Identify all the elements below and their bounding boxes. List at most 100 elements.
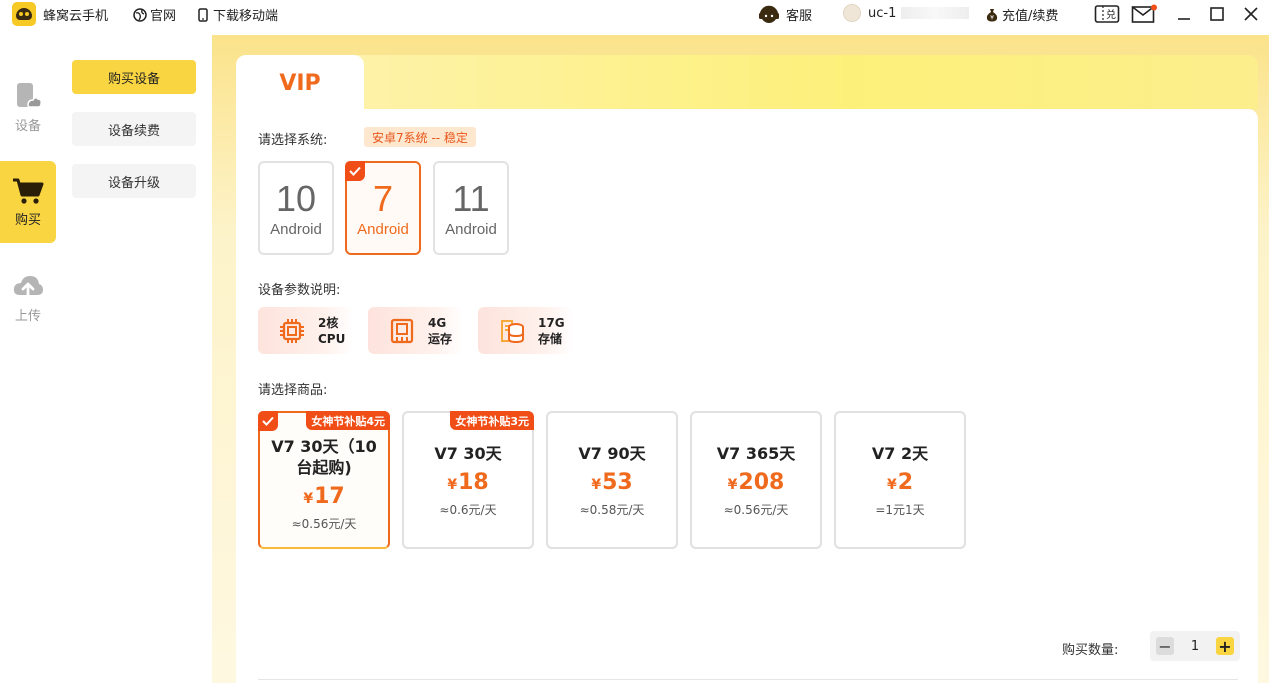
left-nav: 设备 购买 上传 <box>0 35 56 683</box>
goods-price: ¥208 <box>727 469 785 495</box>
param-ram-unit: 运存 <box>428 331 453 346</box>
param-storage: 17G 存储 <box>478 307 573 354</box>
goods-name: V7 30天（10台起购) <box>271 437 377 477</box>
quantity-increase-button[interactable]: + <box>1216 637 1234 656</box>
goods-price: ¥2 <box>886 469 914 495</box>
param-cpu-value: 2核 <box>318 315 339 330</box>
goods-label: 请选择商品: <box>258 383 328 398</box>
headset-icon <box>759 5 779 23</box>
goods-item-v7-30-bulk[interactable]: 女神节补贴4元 V7 30天（10台起购) ¥17 ≈0.56元/天 <box>258 411 390 549</box>
params-label: 设备参数说明: <box>258 283 341 298</box>
os-name: Android <box>445 220 497 238</box>
cpu-icon <box>274 317 310 345</box>
globe-icon <box>133 7 147 22</box>
goods-item-v7-2[interactable]: V7 2天 ¥2 =1元1天 <box>834 411 966 549</box>
quantity-decrease-button[interactable]: − <box>1156 637 1174 656</box>
maximize-icon <box>1210 7 1224 21</box>
ram-icon <box>384 317 420 345</box>
username-label: uc-1 <box>868 5 897 21</box>
user-account[interactable]: uc-1 <box>843 4 970 22</box>
param-cpu: 2核 CPU <box>258 307 353 354</box>
quantity-label: 购买数量: <box>1062 643 1119 658</box>
minimize-button[interactable] <box>1174 4 1194 24</box>
redeem-icon[interactable]: 兑 <box>1094 4 1120 24</box>
mail-icon[interactable] <box>1131 4 1157 24</box>
svg-text:¥: ¥ <box>990 14 994 21</box>
goods-name: V7 30天 <box>434 443 502 463</box>
avatar <box>843 4 861 22</box>
username-redacted <box>901 7 970 19</box>
sub-menu: 购买设备 设备续费 设备升级 <box>56 35 212 683</box>
system-label: 请选择系统: <box>258 133 328 148</box>
cart-icon <box>13 178 44 204</box>
official-site-label: 官网 <box>150 9 177 24</box>
goods-per-day: =1元1天 <box>875 502 925 517</box>
os-option-android-7[interactable]: 7 Android <box>345 161 421 255</box>
system-tag: 安卓7系统 -- 稳定 <box>364 127 476 147</box>
param-cpu-unit: CPU <box>318 331 346 346</box>
os-version-number: 10 <box>275 177 317 219</box>
tab-vip[interactable]: VIP <box>236 55 364 111</box>
main-panel: VIP 请选择系统: 安卓7系统 -- 稳定 10 Android 7 Andr… <box>212 35 1269 683</box>
goods-price: ¥18 <box>447 469 489 495</box>
nav-buy-label: 购买 <box>14 212 41 228</box>
param-storage-value: 17G <box>538 315 565 330</box>
mobile-icon <box>198 7 208 22</box>
goods-per-day: ≈0.56元/天 <box>723 502 789 517</box>
submenu-upgrade-device[interactable]: 设备升级 <box>72 164 196 198</box>
goods-item-v7-365[interactable]: V7 365天 ¥208 ≈0.56元/天 <box>690 411 822 549</box>
minimize-icon <box>1178 18 1190 20</box>
submenu-buy-device[interactable]: 购买设备 <box>72 60 196 94</box>
nav-device-label: 设备 <box>14 118 41 134</box>
param-ram-value: 4G <box>428 315 447 330</box>
purchase-card: 请选择系统: 安卓7系统 -- 稳定 10 Android 7 Android … <box>236 109 1258 683</box>
goods-per-day: ≈0.6元/天 <box>439 502 497 517</box>
goods-price: ¥53 <box>591 469 633 495</box>
close-button[interactable] <box>1241 4 1261 24</box>
card-header <box>236 55 1258 109</box>
os-version-number: 7 <box>372 177 394 219</box>
download-mobile-link[interactable]: 下载移动端 <box>196 5 278 24</box>
goods-price: ¥17 <box>303 484 345 509</box>
official-site-link[interactable]: 官网 <box>133 5 176 24</box>
database-icon <box>494 317 530 345</box>
goods-name: V7 90天 <box>578 443 646 463</box>
checkmark-icon <box>345 161 365 181</box>
app-logo <box>12 2 36 26</box>
os-version-number: 11 <box>452 177 490 219</box>
nav-item-device[interactable]: 设备 <box>0 66 56 148</box>
customer-service-button[interactable]: 客服 <box>758 4 812 24</box>
nav-item-upload[interactable]: 上传 <box>0 257 56 339</box>
goods-item-v7-30[interactable]: 女神节补贴3元 V7 30天 ¥18 ≈0.6元/天 <box>402 411 534 549</box>
svg-text:兑: 兑 <box>1106 8 1116 21</box>
subsidy-badge: 女神节补贴3元 <box>450 411 534 430</box>
download-mobile-label: 下载移动端 <box>213 9 279 24</box>
nav-item-buy[interactable]: 购买 <box>0 161 56 243</box>
divider <box>258 679 1238 680</box>
close-icon <box>1244 7 1258 21</box>
submenu-renew-device[interactable]: 设备续费 <box>72 112 196 146</box>
param-ram: 4G 运存 <box>368 307 463 354</box>
maximize-button[interactable] <box>1207 4 1227 24</box>
os-name: Android <box>270 220 322 238</box>
checkmark-icon <box>258 411 278 431</box>
subsidy-badge: 女神节补贴4元 <box>306 411 390 430</box>
app-title: 蜂窝云手机 <box>43 9 109 24</box>
quantity-stepper: − 1 + <box>1150 631 1240 661</box>
goods-name: V7 2天 <box>871 443 929 463</box>
param-storage-unit: 存储 <box>538 331 563 346</box>
recharge-button[interactable]: ¥ 充值/续费 <box>985 5 1058 24</box>
quantity-value[interactable]: 1 <box>1191 639 1199 654</box>
os-option-android-10[interactable]: 10 Android <box>258 161 334 255</box>
goods-name: V7 365天 <box>716 443 796 463</box>
customer-service-label: 客服 <box>786 8 813 24</box>
money-bag-icon: ¥ <box>986 8 998 21</box>
recharge-label: 充值/续费 <box>1002 9 1059 24</box>
goods-item-v7-90[interactable]: V7 90天 ¥53 ≈0.58元/天 <box>546 411 678 549</box>
nav-upload-label: 上传 <box>14 308 41 324</box>
goods-per-day: ≈0.58元/天 <box>579 502 645 517</box>
goods-per-day: ≈0.56元/天 <box>291 517 357 531</box>
phone-cloud-icon <box>17 82 42 108</box>
cloud-upload-icon <box>13 275 43 299</box>
os-option-android-11[interactable]: 11 Android <box>433 161 509 255</box>
